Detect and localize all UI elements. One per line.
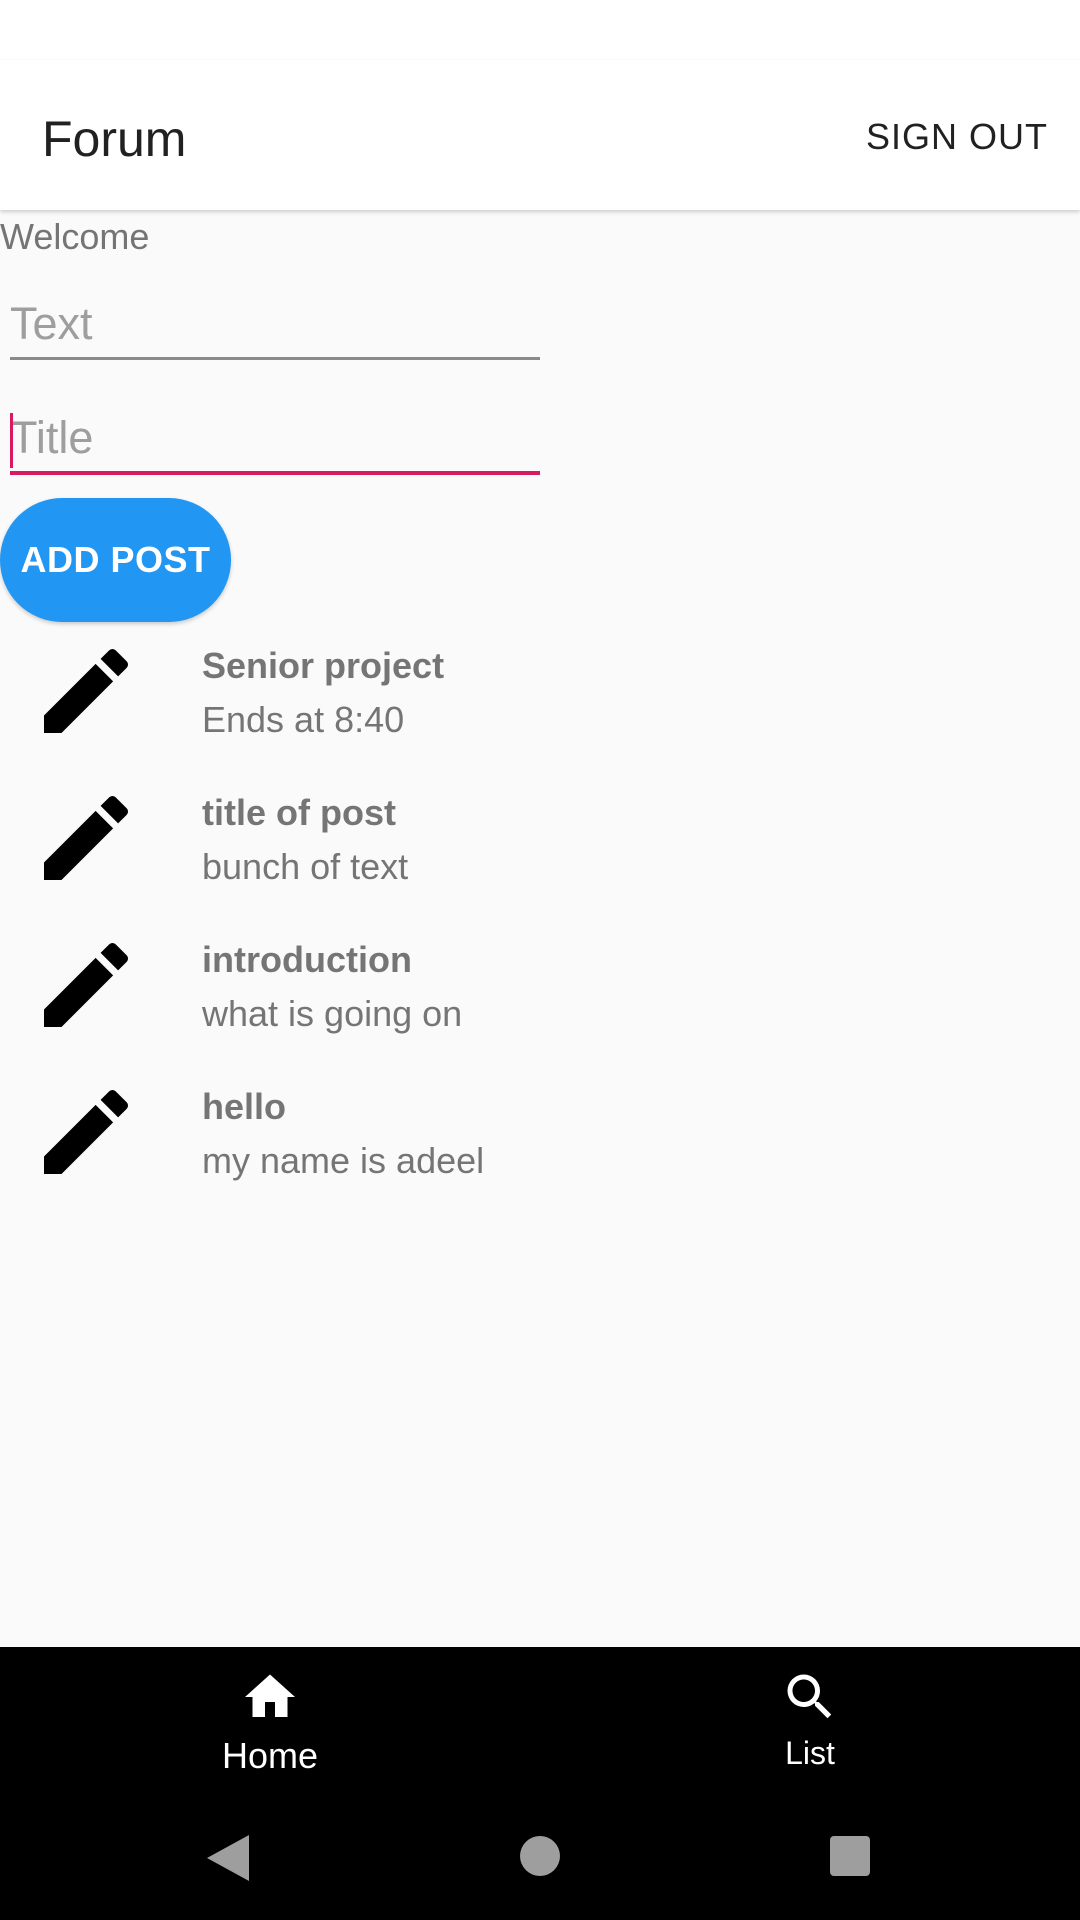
list-item[interactable]: title of post bunch of text	[0, 772, 1080, 919]
nav-list[interactable]: List	[540, 1647, 1080, 1800]
system-navigation-bar	[0, 1800, 1080, 1920]
back-icon[interactable]	[205, 1833, 251, 1883]
post-title: introduction	[202, 939, 412, 980]
nav-home-label: Home	[221, 1735, 319, 1776]
post-title: title of post	[202, 792, 396, 833]
post-title: Senior project	[202, 645, 445, 686]
pencil-icon	[44, 648, 129, 733]
home-icon	[245, 1674, 295, 1717]
list-item[interactable]: introduction what is going on	[0, 919, 1080, 1066]
status-bar	[0, 0, 1080, 60]
search-icon	[787, 1674, 832, 1719]
post-title: hello	[202, 1086, 287, 1127]
nav-list-label: List	[785, 1735, 835, 1771]
text-input[interactable]	[10, 290, 540, 357]
list-item[interactable]: hello my name is adeel	[0, 1066, 1080, 1213]
title-field[interactable]	[10, 405, 540, 475]
app-title: Forum	[42, 111, 187, 167]
add-post-button[interactable]: ADD POST	[0, 498, 231, 622]
pencil-icon	[44, 1089, 129, 1174]
post-body: bunch of text	[202, 846, 409, 887]
pencil-icon	[44, 795, 129, 880]
welcome-text: Welcome	[0, 216, 150, 257]
app-bar: Forum SIGN OUT	[0, 60, 1080, 210]
title-input[interactable]	[10, 405, 540, 471]
text-field[interactable]	[10, 290, 540, 360]
post-body: Ends at 8:40	[202, 699, 405, 740]
nav-home[interactable]: Home	[0, 1647, 540, 1800]
system-home-icon[interactable]	[520, 1836, 560, 1876]
post-body: my name is adeel	[202, 1140, 485, 1181]
post-list: Senior project Ends at 8:40 title of pos…	[0, 625, 1080, 1213]
recents-icon[interactable]	[830, 1836, 870, 1876]
sign-out-button[interactable]: SIGN OUT	[866, 116, 1048, 158]
list-item[interactable]: Senior project Ends at 8:40	[0, 625, 1080, 772]
pencil-icon	[44, 942, 129, 1027]
text-cursor	[10, 413, 13, 468]
main-content: Welcome ADD POST Senior project Ends at …	[0, 210, 1080, 1647]
post-body: what is going on	[202, 993, 463, 1034]
bottom-navigation: Home List	[0, 1647, 1080, 1800]
